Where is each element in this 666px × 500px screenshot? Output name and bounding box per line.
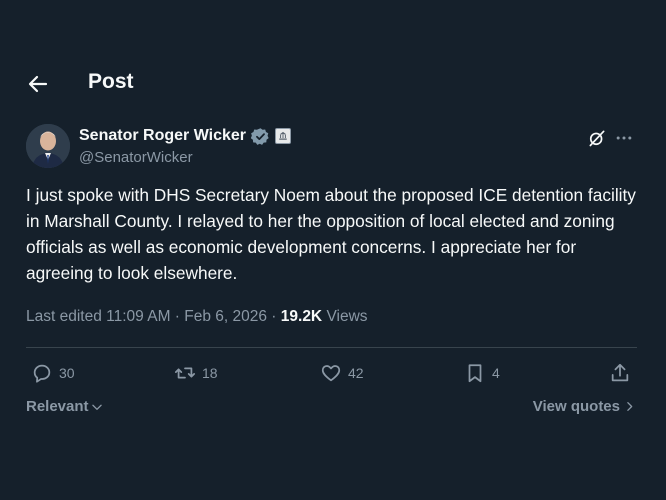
view-quotes-link[interactable]: View quotes <box>533 398 636 415</box>
government-badge-icon[interactable] <box>275 128 292 144</box>
avatar[interactable] <box>26 124 70 168</box>
view-quotes-label: View quotes <box>532 398 620 415</box>
author-row: Senator Roger Wicker @SenatorWicker <box>26 124 640 170</box>
action-bar: 30 18 42 4 <box>26 362 637 388</box>
reply-button[interactable]: 30 <box>31 362 75 384</box>
share-button[interactable] <box>609 362 631 384</box>
reply-count: 30 <box>59 365 75 381</box>
reply-icon <box>33 364 51 383</box>
grok-icon[interactable] <box>587 128 607 148</box>
bookmark-count: 4 <box>492 365 500 381</box>
user-handle[interactable]: @SenatorWicker <box>79 149 193 166</box>
post-meta: Last edited 11:09 AM · Feb 6, 2026 · 19.… <box>26 308 368 326</box>
bookmark-button[interactable]: 4 <box>464 362 500 384</box>
arrow-left-icon[interactable] <box>26 72 50 96</box>
edited-timestamp[interactable]: Last edited 11:09 AM · Feb 6, 2026 · <box>26 308 281 325</box>
sort-label: Relevant <box>26 398 89 415</box>
more-options-icon[interactable] <box>614 128 634 148</box>
sort-replies-dropdown[interactable]: Relevant <box>26 398 104 415</box>
display-name[interactable]: Senator Roger Wicker <box>79 127 246 145</box>
bookmark-icon <box>468 364 482 383</box>
post-header: Post <box>0 66 666 102</box>
divider <box>26 347 637 348</box>
repost-button[interactable]: 18 <box>174 362 218 384</box>
heart-icon <box>321 365 341 382</box>
name-row: Senator Roger Wicker <box>79 126 292 146</box>
chevron-right-icon <box>627 402 633 411</box>
repost-icon <box>174 367 196 379</box>
page-title: Post <box>88 70 134 93</box>
chevron-down-icon <box>91 404 102 410</box>
share-icon <box>611 363 629 382</box>
like-count: 42 <box>348 365 364 381</box>
views-label: Views <box>322 308 368 325</box>
views-count[interactable]: 19.2K <box>281 308 322 325</box>
post-text: I just spoke with DHS Secretary Noem abo… <box>26 185 636 283</box>
repost-count: 18 <box>202 365 218 381</box>
like-button[interactable]: 42 <box>320 362 364 384</box>
verified-badge-icon[interactable] <box>251 127 270 146</box>
